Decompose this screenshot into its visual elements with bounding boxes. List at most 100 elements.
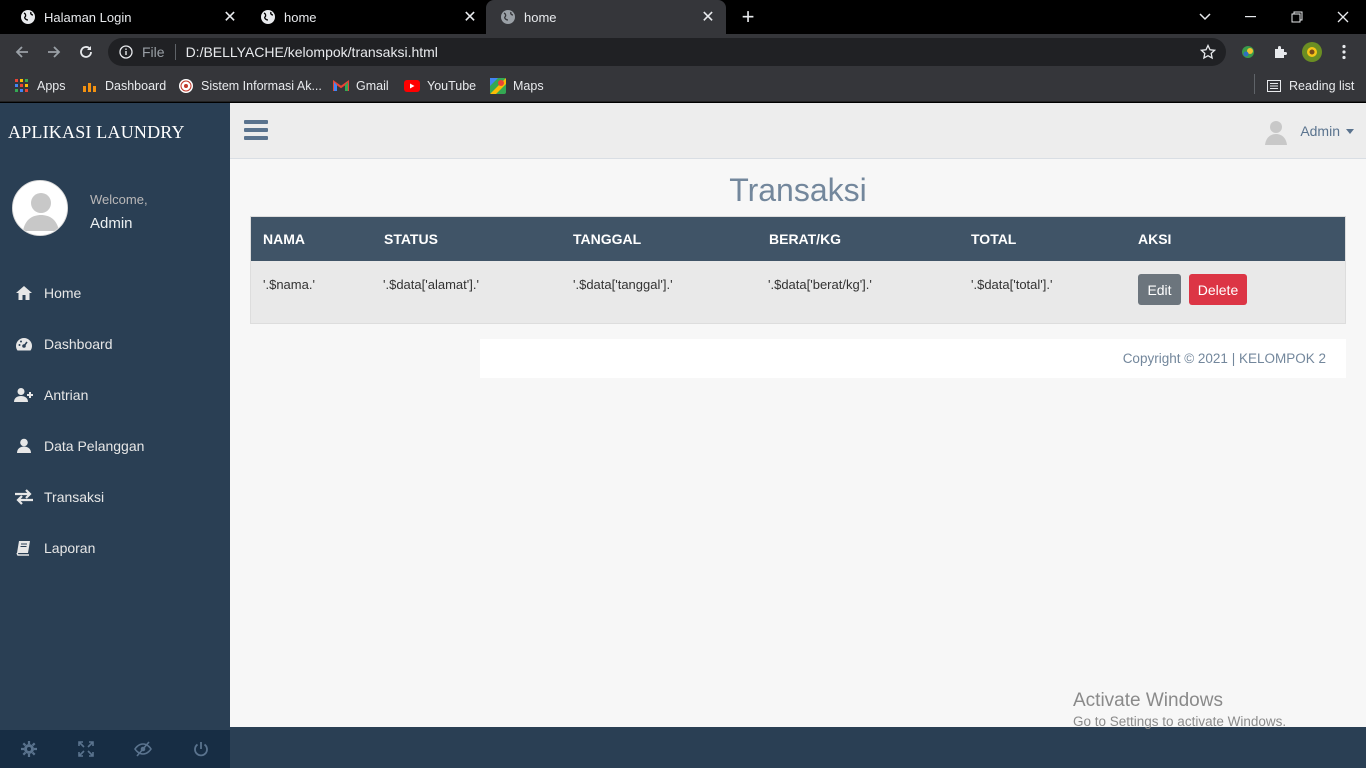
- reading-list-button[interactable]: Reading list: [1266, 76, 1354, 96]
- reload-icon[interactable]: [74, 40, 98, 64]
- column-header-aksi: AKSI: [1138, 231, 1172, 247]
- book-icon: [14, 539, 34, 557]
- user-name: Admin: [1300, 123, 1340, 139]
- menu-toggle-icon[interactable]: [244, 120, 268, 142]
- new-tab-button[interactable]: +: [736, 5, 760, 29]
- browser-tab-bar: Halaman Login ✕ home ✕ home ✕ +: [0, 0, 1366, 34]
- dashboard-icon: [14, 335, 34, 353]
- close-tab-icon[interactable]: ✕: [698, 7, 718, 27]
- sidebar-item-laporan[interactable]: Laporan: [0, 528, 230, 568]
- column-header-status: STATUS: [384, 231, 438, 247]
- url-scheme: File: [142, 44, 165, 60]
- fullscreen-icon[interactable]: [57, 730, 114, 768]
- column-header-total: TOTAL: [971, 231, 1017, 247]
- sidebar: APLIKASI LAUNDRY Welcome, Admin Home Das…: [0, 103, 230, 730]
- close-window-button[interactable]: [1320, 0, 1366, 34]
- restore-button[interactable]: [1274, 0, 1320, 34]
- top-navbar: Admin: [230, 103, 1366, 159]
- cell-total: '.$data['total'].': [971, 277, 1053, 292]
- avatar: [1262, 117, 1290, 145]
- close-tab-icon[interactable]: ✕: [460, 7, 480, 27]
- tab-home-active[interactable]: home ✕: [486, 0, 726, 34]
- user-dropdown[interactable]: Admin: [1262, 117, 1354, 145]
- tab-search-icon[interactable]: [1182, 0, 1228, 34]
- bookmark-label: Maps: [513, 79, 544, 93]
- bookmark-label: YouTube: [427, 79, 477, 93]
- tab-title: Halaman Login: [44, 9, 132, 25]
- profile-avatar[interactable]: [1300, 42, 1324, 62]
- page-footer: Copyright © 2021 | KELOMPOK 2: [480, 339, 1346, 378]
- page: APLIKASI LAUNDRY Welcome, Admin Home Das…: [0, 103, 1366, 768]
- watermark-title: Activate Windows: [1073, 690, 1223, 711]
- user-icon: [14, 437, 34, 455]
- home-icon: [14, 284, 34, 302]
- bookmark-sistem-informasi[interactable]: Sistem Informasi Ak...: [178, 76, 322, 96]
- cell-status: '.$data['alamat'].': [383, 277, 479, 292]
- bookmark-star-icon[interactable]: [1198, 42, 1218, 62]
- maps-icon: [490, 78, 506, 94]
- bookmark-label: Gmail: [356, 79, 389, 93]
- caret-down-icon: [1346, 128, 1354, 134]
- bookmark-youtube[interactable]: YouTube: [404, 76, 476, 96]
- tab-home[interactable]: home ✕: [240, 0, 488, 34]
- bookmark-label: Dashboard: [105, 79, 167, 93]
- close-tab-icon[interactable]: ✕: [220, 7, 240, 27]
- bookmark-gmail[interactable]: Gmail: [333, 76, 389, 96]
- divider: [1254, 74, 1255, 94]
- minimize-button[interactable]: [1228, 0, 1274, 34]
- sidebar-item-home[interactable]: Home: [0, 273, 230, 313]
- apps-grid-icon: [14, 78, 30, 94]
- column-header-tanggal: TANGGAL: [573, 231, 642, 247]
- reading-list-label: Reading list: [1289, 79, 1355, 93]
- gmail-icon: [333, 78, 349, 94]
- address-bar[interactable]: File D:/BELLYACHE/kelompok/transaksi.htm…: [108, 38, 1226, 66]
- app-brand[interactable]: APLIKASI LAUNDRY: [8, 122, 185, 143]
- sidebar-item-label: Data Pelanggan: [44, 438, 145, 454]
- transaksi-table: NAMA STATUS TANGGAL BERAT/KG TOTAL AKSI …: [250, 216, 1346, 324]
- exchange-icon: [14, 488, 34, 506]
- sidebar-footer: [0, 730, 230, 768]
- extension-icon[interactable]: [1238, 42, 1258, 62]
- power-icon[interactable]: [172, 730, 229, 768]
- page-title: Transaksi: [729, 172, 867, 208]
- bookmark-maps[interactable]: Maps: [490, 76, 544, 96]
- bookmark-apps[interactable]: Apps: [14, 76, 66, 96]
- divider: [174, 44, 176, 60]
- bookmark-dashboard[interactable]: Dashboard: [82, 76, 166, 96]
- tab-title: home: [284, 9, 317, 25]
- bottom-strip: [230, 727, 1366, 768]
- globe-icon: [260, 9, 276, 25]
- column-header-berat: BERAT/KG: [769, 231, 842, 247]
- welcome-user-name: Admin: [90, 215, 133, 232]
- settings-icon[interactable]: [0, 730, 57, 768]
- sidebar-item-label: Transaksi: [44, 489, 105, 505]
- sidebar-item-antrian[interactable]: Antrian: [0, 375, 230, 415]
- menu-dots-icon[interactable]: [1334, 42, 1354, 62]
- globe-icon: [20, 9, 36, 25]
- cell-berat: '.$data['berat/kg'].': [768, 277, 872, 292]
- sidebar-item-data-pelanggan[interactable]: Data Pelanggan: [0, 426, 230, 466]
- avatar: [12, 180, 68, 236]
- sidebar-item-dashboard[interactable]: Dashboard: [0, 324, 230, 364]
- copyright-text: Copyright © 2021 | KELOMPOK 2: [1122, 351, 1326, 366]
- cell-nama: '.$nama.': [263, 277, 315, 292]
- activate-windows-watermark: Activate Windows Go to Settings to activ…: [1073, 690, 1286, 729]
- bookmark-label: Apps: [37, 79, 66, 93]
- sidebar-item-label: Dashboard: [44, 336, 113, 352]
- watermark-subtitle: Go to Settings to activate Windows.: [1073, 714, 1287, 729]
- info-icon[interactable]: [118, 44, 134, 60]
- back-icon[interactable]: [10, 40, 34, 64]
- tab-halaman-login[interactable]: Halaman Login ✕: [0, 0, 248, 34]
- welcome-text: Welcome,: [90, 192, 148, 207]
- column-header-nama: NAMA: [263, 231, 305, 247]
- delete-button[interactable]: Delete: [1189, 274, 1247, 305]
- puzzle-icon[interactable]: [1270, 42, 1290, 62]
- reading-list-icon: [1266, 78, 1282, 94]
- forward-icon[interactable]: [42, 40, 66, 64]
- youtube-icon: [404, 78, 420, 94]
- eye-slash-icon[interactable]: [114, 730, 171, 768]
- table-header: NAMA STATUS TANGGAL BERAT/KG TOTAL AKSI: [251, 217, 1345, 261]
- sidebar-item-transaksi[interactable]: Transaksi: [0, 477, 230, 517]
- url-text[interactable]: D:/BELLYACHE/kelompok/transaksi.html: [186, 44, 1198, 60]
- edit-button[interactable]: Edit: [1138, 274, 1181, 305]
